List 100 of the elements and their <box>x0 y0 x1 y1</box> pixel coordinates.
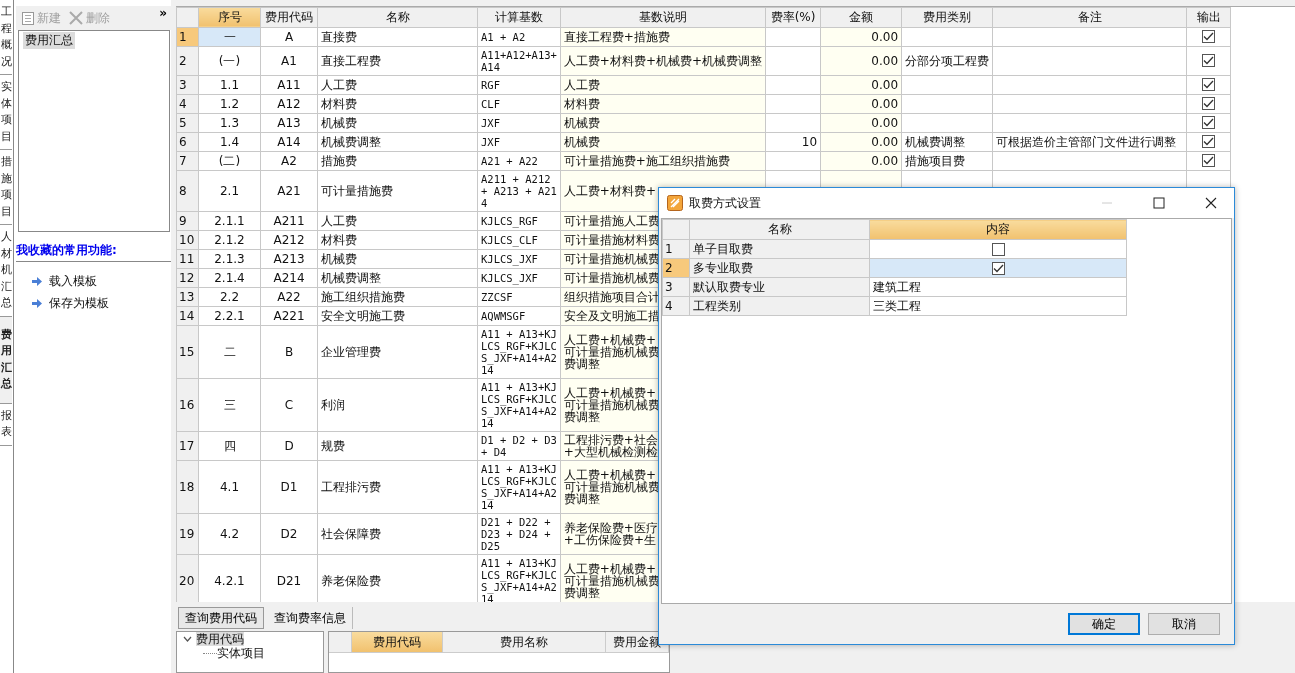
table-cell: 可根据造价主管部门文件进行调整 <box>996 134 1177 149</box>
table-cell: A11 + A13+KJ LCS_RGF+KJLC S_JXF+A14+A2 14 <box>481 380 557 429</box>
column-header[interactable]: 内容 <box>869 219 1127 240</box>
table-cell: 2.1 <box>219 183 240 198</box>
output-checkbox[interactable] <box>1202 154 1216 168</box>
table-cell: KJLCS_CLF <box>481 233 538 246</box>
tree-item[interactable]: 费用代码 <box>196 632 244 646</box>
table-cell: KJLCS_JXF <box>481 252 538 265</box>
table-cell: 2.1.3 <box>214 251 245 266</box>
table-cell: CLF <box>481 97 500 110</box>
column-header[interactable]: 费用类别 <box>901 7 993 28</box>
side-tab[interactable]: 费用汇总 <box>0 316 12 404</box>
side-tab[interactable]: 措施项目 <box>0 150 12 225</box>
column-header[interactable]: 计算基数 <box>477 7 561 28</box>
arrow-icon <box>32 276 42 286</box>
row-number[interactable]: 20 <box>176 554 199 602</box>
side-tab[interactable]: 报表 <box>0 403 12 446</box>
output-checkbox[interactable] <box>1202 97 1216 111</box>
output-checkbox[interactable] <box>1202 30 1216 44</box>
table-cell: 直接费 <box>321 29 357 44</box>
table-cell: D2 <box>280 526 298 541</box>
table-cell: 2.2 <box>219 289 240 304</box>
list-icon <box>22 11 34 25</box>
column-header[interactable]: 费用名称 <box>443 632 606 653</box>
column-header[interactable]: 名称 <box>689 219 870 240</box>
table-cell: 机械费 <box>563 135 600 148</box>
column-header[interactable]: 金额 <box>820 7 902 28</box>
table-cell: (二) <box>218 153 241 168</box>
favorite-link[interactable]: 保存为模板 <box>49 294 109 312</box>
output-checkbox[interactable] <box>1202 54 1216 68</box>
collapse-button[interactable]: » <box>157 6 169 20</box>
table-cell: KJLCS_RGF <box>481 214 538 227</box>
table-cell: 企业管理费 <box>321 344 381 359</box>
panel-tab[interactable]: 查询费用代码 <box>178 607 264 629</box>
table-cell: A11 + A13+KJ LCS_RGF+KJLC S_JXF+A14+A2 14 <box>481 327 557 376</box>
table-cell: A221 <box>273 308 305 323</box>
column-header[interactable]: 输出 <box>1186 7 1231 28</box>
table-cell: JXF <box>481 116 500 129</box>
tree-item[interactable]: 实体项目 <box>217 646 265 660</box>
table-cell: 材料费 <box>563 97 600 110</box>
checkbox[interactable] <box>991 261 1005 275</box>
table-cell: 工程类别 <box>693 299 741 313</box>
column-header[interactable]: 费用代码 <box>352 632 443 653</box>
column-header[interactable]: 序号 <box>198 7 261 28</box>
table-cell: A211 <box>273 213 305 228</box>
table-cell: 2.1.1 <box>214 213 245 228</box>
table-cell: 四 <box>223 438 236 453</box>
table-cell: 机械费调整 <box>321 270 381 285</box>
table-cell: A12 <box>277 96 301 111</box>
column-header[interactable]: 备注 <box>992 7 1187 28</box>
row-number[interactable]: 2 <box>176 46 199 76</box>
table-cell: 0.00 <box>871 29 899 44</box>
table-cell: A214 <box>273 270 305 285</box>
column-header[interactable]: 基数说明 <box>560 7 766 28</box>
table-cell: A213 <box>273 251 305 266</box>
table-cell: 安全文明施工费 <box>321 308 405 323</box>
table-cell: 0.00 <box>871 96 899 111</box>
dialog-button[interactable]: 取消 <box>1148 613 1220 635</box>
row-number[interactable]: 17 <box>176 431 199 461</box>
output-checkbox[interactable] <box>1202 135 1216 149</box>
table-cell: 2.1.4 <box>214 270 245 285</box>
row-number[interactable]: 15 <box>176 325 199 379</box>
row-number[interactable]: 19 <box>176 513 199 555</box>
row-number[interactable]: 16 <box>176 378 199 432</box>
table-cell: 施工组织措施费 <box>321 289 405 304</box>
column-header[interactable]: 费用代码 <box>260 7 318 28</box>
favorite-link[interactable]: 载入模板 <box>49 272 97 290</box>
table-cell: 安全及文明施工措 <box>563 309 660 322</box>
table-cell: 可计量措施费 <box>321 183 393 198</box>
dialog-button[interactable]: 确定 <box>1068 613 1140 635</box>
row-number[interactable]: 8 <box>176 170 199 212</box>
list-item[interactable]: 费用汇总 <box>23 32 75 49</box>
table-cell: 机械费 <box>321 251 357 266</box>
table-cell: 1.3 <box>219 115 240 130</box>
side-tab[interactable]: 实体项目 <box>0 75 12 150</box>
table-cell: 2.2.1 <box>214 308 245 323</box>
table-cell: A11 <box>277 77 301 92</box>
table-cell: 二 <box>223 344 236 359</box>
side-tab[interactable]: 工程概况 <box>0 0 12 75</box>
table-cell: 组织措施项目合计 <box>563 290 660 303</box>
table-cell: B <box>284 344 294 359</box>
chevron-icon[interactable] <box>183 636 192 642</box>
column-header[interactable]: 费率(%) <box>765 7 821 28</box>
checkbox[interactable] <box>991 242 1005 256</box>
column-header[interactable]: 名称 <box>317 7 478 28</box>
table-cell: A1 + A2 <box>481 30 526 43</box>
table-cell: 机械费调整 <box>321 134 381 149</box>
table-cell: 可计量措施费+施工组织措施费 <box>563 154 730 167</box>
table-cell: KJLCS_JXF <box>481 271 538 284</box>
output-checkbox[interactable] <box>1202 78 1216 92</box>
row-number[interactable]: 18 <box>176 460 199 514</box>
table-cell: A11 + A13+KJ LCS_RGF+KJLC S_JXF+A14+A2 14 <box>481 462 557 511</box>
panel-tab[interactable]: 查询费率信息 <box>268 607 353 629</box>
table-cell: 0.00 <box>871 53 899 68</box>
output-checkbox[interactable] <box>1202 116 1216 130</box>
side-tab[interactable]: 人材机汇总 <box>0 225 12 317</box>
table-cell: 0.00 <box>871 115 899 130</box>
table-cell: 10 <box>801 134 818 149</box>
grid-corner <box>329 632 352 653</box>
table-cell: A11+A12+A13+ A14 <box>481 48 557 73</box>
